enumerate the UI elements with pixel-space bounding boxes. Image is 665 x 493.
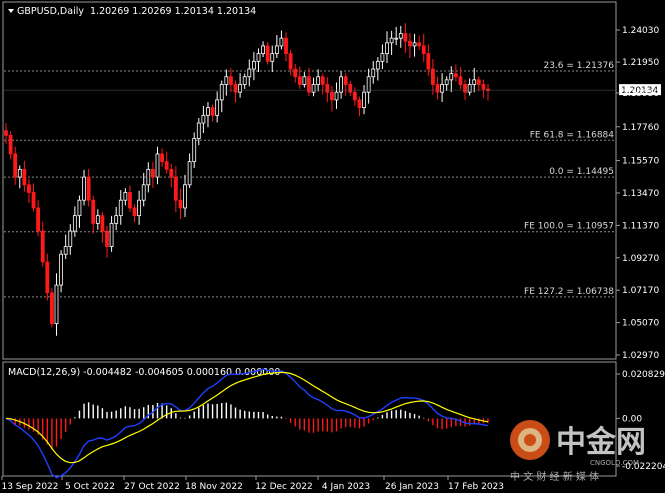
macd-title: MACD(12,26,9) -0.004482 -0.004605 0.0001… bbox=[8, 367, 280, 378]
price-tick-label: 1.19950 bbox=[622, 89, 659, 99]
fib-level-label: 0.0 = 1.14495 bbox=[549, 167, 614, 177]
watermark-url: CNGOLD.COM bbox=[590, 459, 639, 467]
date-tick-label: 12 Dec 2022 bbox=[255, 482, 313, 492]
price-axis: 1.24030 1.21950 1.19950 1.17760 1.15570 1.134… bbox=[616, 26, 659, 361]
fib-level-label: FE 61.8 = 1.16884 bbox=[530, 130, 615, 140]
watermark-brand: 中金网 bbox=[556, 425, 646, 460]
date-tick-label: 13 Sep 2022 bbox=[1, 482, 58, 492]
cngold-watermark: 中金网 CNGOLD.COM 中 文 财 经 新 媒 体 bbox=[510, 420, 646, 483]
price-tick-label: 1.02970 bbox=[622, 351, 659, 361]
candle bbox=[50, 288, 54, 328]
price-tick-label: 1.21950 bbox=[622, 58, 659, 68]
date-tick-label: 18 Nov 2022 bbox=[185, 482, 243, 492]
price-tick-label: 1.05070 bbox=[622, 319, 659, 329]
fib-level-label: FE 127.2 = 1.06738 bbox=[524, 287, 614, 297]
date-tick-label: 26 Jan 2023 bbox=[385, 482, 439, 492]
date-axis: 13 Sep 2022 5 Oct 2022 27 Oct 2022 18 Nov 2… bbox=[1, 476, 504, 492]
price-tick-label: 1.15570 bbox=[622, 157, 659, 167]
price-tick-label: 1.13470 bbox=[622, 189, 659, 199]
price-tick-label: 1.17760 bbox=[622, 123, 659, 133]
macd-tick-label: 0.020829 bbox=[622, 370, 665, 380]
price-pane[interactable] bbox=[2, 1, 617, 360]
price-tick-label: 1.07170 bbox=[622, 286, 659, 296]
date-tick-label: 4 Jan 2023 bbox=[322, 482, 370, 492]
watermark-tagline: 中 文 财 经 新 媒 体 bbox=[510, 470, 599, 483]
fib-level-label: 23.6 = 1.21376 bbox=[543, 61, 614, 71]
chart-window[interactable]: GBPUSD,Daily 1.20269 1.20269 1.20134 1.2… bbox=[0, 0, 665, 493]
fib-level-label: FE 100.0 = 1.10957 bbox=[524, 222, 614, 232]
symbol-label: GBPUSD,Daily bbox=[17, 6, 84, 17]
price-tick-label: 1.11370 bbox=[622, 221, 659, 231]
price-tick-label: 1.24030 bbox=[622, 26, 659, 36]
price-tick-label: 1.09270 bbox=[622, 254, 659, 264]
date-tick-label: 27 Oct 2022 bbox=[124, 482, 180, 492]
date-tick-label: 17 Feb 2023 bbox=[448, 482, 504, 492]
date-tick-label: 5 Oct 2022 bbox=[65, 482, 115, 492]
ohlc-values: 1.20269 1.20269 1.20134 1.20134 bbox=[90, 6, 256, 17]
macd-tick-label: 0.00 bbox=[622, 414, 642, 424]
